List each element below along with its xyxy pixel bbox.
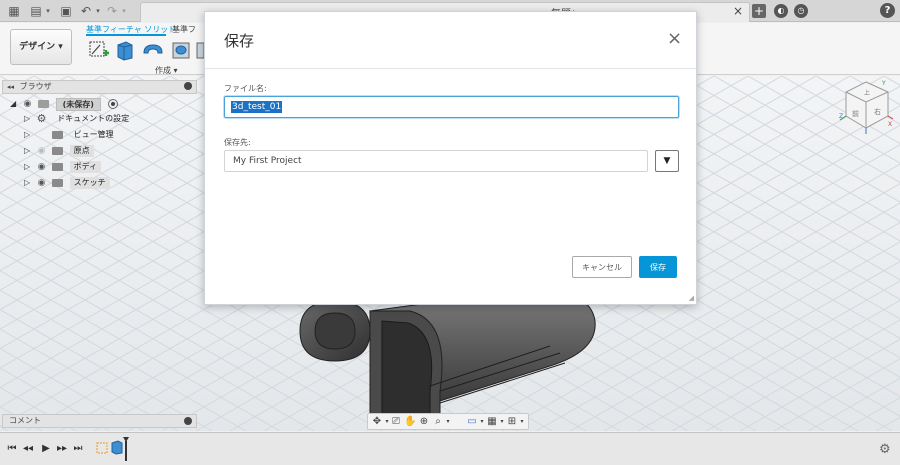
create-sketch-icon[interactable] bbox=[88, 39, 110, 61]
cancel-button[interactable]: キャンセル bbox=[572, 256, 632, 278]
go-to-end-icon[interactable]: ⏭ bbox=[72, 443, 84, 455]
location-dropdown-button[interactable]: ▼ bbox=[655, 150, 679, 172]
filename-label: ファイル名: bbox=[224, 84, 267, 93]
viewcube-face-front[interactable]: 前 bbox=[852, 109, 859, 118]
grid-menu-icon[interactable]: ▦ bbox=[6, 3, 22, 19]
help-button[interactable]: ? bbox=[880, 3, 895, 18]
viewports-dropdown-icon[interactable]: ▾ bbox=[516, 416, 528, 428]
browser-item-label: ドキュメントの設定 bbox=[57, 114, 130, 123]
browser-item-named-views[interactable]: ▷ ビュー管理 bbox=[24, 128, 118, 142]
browser-item-bodies[interactable]: ▷ ◉ ボディ bbox=[24, 160, 102, 174]
active-tab-indicator bbox=[86, 34, 166, 36]
expand-right-icon[interactable]: ▷ bbox=[24, 128, 33, 142]
browser-item-origin[interactable]: ▷ ◉ 原点 bbox=[24, 144, 94, 158]
browser-pin-icon[interactable] bbox=[184, 82, 192, 90]
data-panel-icon[interactable]: ◐ bbox=[774, 4, 788, 18]
expand-right-icon[interactable]: ▷ bbox=[24, 144, 33, 158]
location-label: 保存先: bbox=[224, 138, 251, 147]
resize-grip-icon[interactable]: ◢ bbox=[689, 294, 694, 302]
folder-icon bbox=[52, 131, 64, 139]
timeline-marker-icon[interactable] bbox=[122, 436, 130, 462]
pan-hand-icon[interactable]: ✋ bbox=[404, 416, 416, 428]
browser-title: ブラウザ bbox=[19, 82, 52, 91]
job-status-icon[interactable]: ◷ bbox=[794, 4, 808, 18]
file-dropdown-icon[interactable]: ▾ bbox=[40, 3, 56, 19]
tab-surface[interactable]: 基準フ bbox=[172, 24, 196, 35]
axis-z-label: Z bbox=[839, 113, 843, 120]
expand-right-icon[interactable]: ▷ bbox=[24, 160, 33, 174]
timeline-sketch-feature-icon[interactable] bbox=[96, 441, 110, 455]
close-icon[interactable]: × bbox=[667, 30, 682, 48]
browser-item-label: ビュー管理 bbox=[73, 130, 114, 139]
go-to-start-icon[interactable]: ⏮ bbox=[6, 443, 18, 455]
browser-item-document-settings[interactable]: ▷ ⚙ ドキュメントの設定 bbox=[24, 112, 133, 126]
browser-item-sketches[interactable]: ▷ ◉ スケッチ bbox=[24, 176, 110, 190]
play-icon[interactable]: ▶ bbox=[40, 443, 52, 455]
new-tab-button[interactable]: + bbox=[752, 4, 766, 18]
browser-item-label: ボディ bbox=[69, 161, 102, 173]
dialog-title: 保存 bbox=[224, 32, 255, 50]
visibility-eye-hidden-icon[interactable]: ◉ bbox=[36, 144, 48, 158]
save-dialog: 保存 × ファイル名: 3d_test_01 保存先: My First Pro… bbox=[204, 11, 697, 305]
folder-icon bbox=[52, 179, 64, 187]
3d-model-body[interactable] bbox=[290, 291, 610, 431]
folder-icon bbox=[52, 163, 64, 171]
viewcube-face-top[interactable]: 上 bbox=[864, 89, 870, 97]
filename-selected-text: 3d_test_01 bbox=[231, 101, 283, 113]
viewcube-face-right[interactable]: 右 bbox=[874, 107, 881, 116]
step-forward-icon[interactable]: ▸▸ bbox=[56, 443, 68, 455]
save-icon[interactable]: ▣ bbox=[58, 3, 74, 19]
extrude-icon[interactable] bbox=[114, 39, 136, 61]
location-field[interactable]: My First Project bbox=[224, 150, 648, 172]
axis-y-label: Y bbox=[881, 80, 886, 87]
expand-right-icon[interactable]: ▷ bbox=[24, 176, 33, 190]
zoom-icon[interactable]: ⊕ bbox=[418, 416, 430, 428]
step-back-icon[interactable]: ◂◂ bbox=[22, 443, 34, 455]
revolve-icon[interactable] bbox=[142, 39, 164, 61]
browser-root[interactable]: ◢ ◉ (未保存) bbox=[10, 97, 118, 111]
close-tab-icon[interactable]: × bbox=[733, 4, 743, 18]
collapse-browser-icon[interactable]: ◂◂ bbox=[7, 83, 14, 91]
folder-icon bbox=[52, 147, 64, 155]
box-tool-icon[interactable] bbox=[196, 39, 204, 61]
comments-pin-icon[interactable] bbox=[184, 417, 192, 425]
visibility-eye-icon[interactable]: ◉ bbox=[22, 97, 34, 111]
gear-icon: ⚙ bbox=[36, 112, 47, 125]
workspace-switcher[interactable]: デザイン ▾ bbox=[10, 29, 72, 65]
view-cube[interactable]: 上 前 右 Z Y X bbox=[838, 78, 894, 134]
browser-item-label: 原点 bbox=[69, 145, 94, 157]
comments-title: コメント bbox=[9, 416, 41, 425]
visibility-eye-icon[interactable]: ◉ bbox=[36, 176, 48, 190]
create-menu[interactable]: 作成 ▾ bbox=[155, 65, 178, 76]
expand-down-icon[interactable]: ◢ bbox=[10, 97, 19, 111]
timeline-bar: ⏮ ◂◂ ▶ ▸▸ ⏭ ⚙ bbox=[0, 432, 900, 465]
timeline-settings-gear-icon[interactable]: ⚙ bbox=[879, 442, 891, 457]
navigation-toolbar: ✥ ▾ ⎚ ✋ ⊕ ⌕ ▾ ▭ ▾ ▦ ▾ ⊞ ▾ bbox=[367, 413, 529, 430]
comments-panel-header[interactable]: コメント bbox=[2, 414, 197, 428]
root-component-label: (未保存) bbox=[55, 97, 101, 111]
expand-right-icon[interactable]: ▷ bbox=[24, 112, 33, 126]
look-at-icon[interactable]: ⎚ bbox=[390, 416, 402, 428]
browser-item-label: スケッチ bbox=[69, 177, 110, 189]
hole-icon[interactable] bbox=[170, 39, 192, 61]
filename-input[interactable]: 3d_test_01 bbox=[224, 96, 679, 118]
save-button[interactable]: 保存 bbox=[639, 256, 677, 278]
browser-panel-header[interactable]: ◂◂ ブラウザ bbox=[2, 80, 197, 94]
axis-x-label: X bbox=[888, 121, 892, 128]
visibility-eye-icon[interactable]: ◉ bbox=[36, 160, 48, 174]
zoom-dropdown-icon[interactable]: ▾ bbox=[442, 416, 454, 428]
redo-dropdown-icon[interactable]: ▾ bbox=[116, 3, 132, 19]
dialog-divider bbox=[205, 68, 696, 69]
activate-component-icon[interactable] bbox=[107, 99, 118, 109]
component-icon bbox=[38, 100, 50, 108]
